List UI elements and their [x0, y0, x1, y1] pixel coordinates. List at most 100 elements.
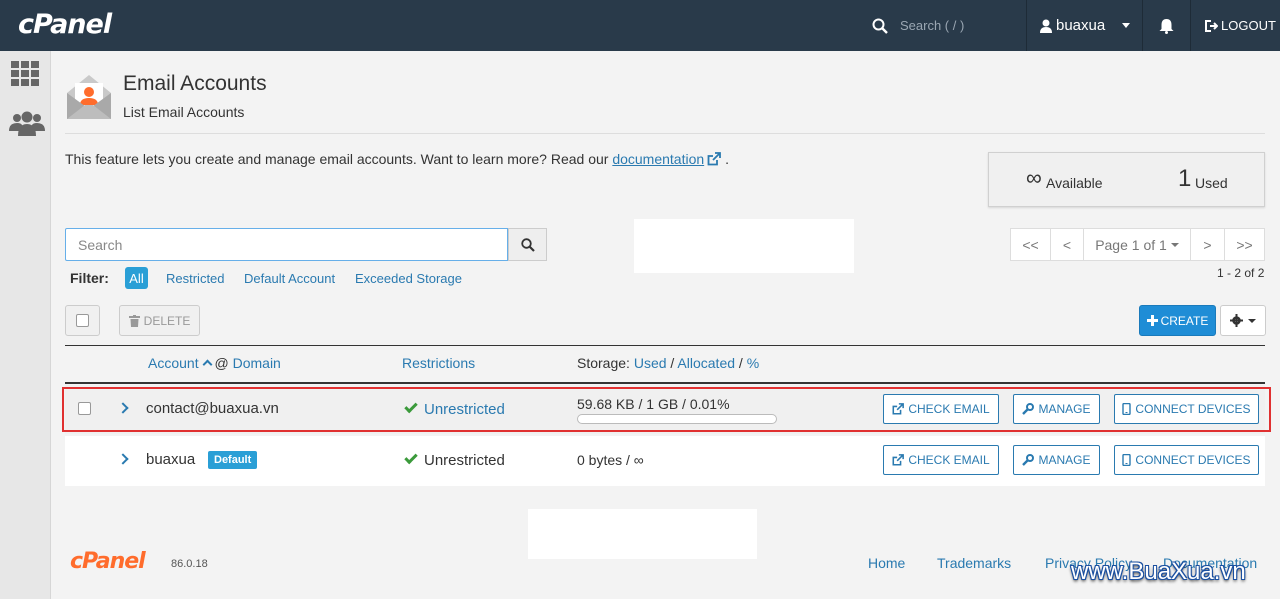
external-link-icon [707, 152, 722, 166]
top-search-input[interactable] [900, 18, 1010, 33]
sort-up-icon [202, 359, 213, 370]
delete-label: DELETE [143, 313, 191, 328]
table-header-border [65, 382, 1265, 384]
manage-button[interactable]: MANAGE [1013, 445, 1100, 475]
col-storage: Storage: Used / Allocated / % [577, 355, 759, 371]
trash-icon [128, 314, 140, 327]
logout-button[interactable]: LOGOUT [1190, 0, 1280, 51]
connect-devices-button[interactable]: CONNECT DEVICES [1114, 445, 1259, 475]
page-label: Page 1 of 1 [1095, 236, 1167, 253]
user-menu[interactable]: buaxua [1026, 0, 1142, 51]
last-page-button[interactable]: >> [1224, 228, 1265, 261]
blank-panel [634, 219, 854, 273]
documentation-link[interactable]: documentation [612, 151, 704, 167]
restriction-link[interactable]: Unrestricted [424, 401, 505, 418]
chevron-down-icon [1122, 23, 1130, 28]
available-label: Available [1046, 175, 1103, 191]
logout-icon [1205, 19, 1218, 32]
settings-dropdown[interactable] [1220, 305, 1266, 336]
watermark: www.BuaXua.vn [1071, 558, 1246, 585]
col-account-label[interactable]: Account [148, 355, 199, 371]
intro-sentence: This feature lets you create and manage … [65, 151, 613, 167]
plus-icon [1146, 315, 1158, 326]
col-account[interactable]: Account @ Domain [148, 355, 281, 371]
connect-devices-label: CONNECT DEVICES [1135, 453, 1251, 467]
filter-label: Filter: [70, 270, 109, 286]
left-rail [0, 51, 51, 599]
users-icon[interactable] [9, 111, 45, 136]
next-page-button[interactable]: > [1190, 228, 1225, 261]
user-icon [1040, 19, 1052, 33]
filter-all[interactable]: All [125, 267, 148, 289]
manage-button[interactable]: MANAGE [1013, 394, 1100, 424]
result-count: 1 - 2 of 2 [1217, 266, 1265, 280]
bell-icon [1159, 18, 1174, 34]
top-bar: cPanel buaxua LOGOUT [0, 0, 1280, 51]
external-link-icon [892, 454, 905, 466]
available-value: ∞ [1026, 165, 1042, 190]
check-email-button[interactable]: CHECK EMAIL [883, 445, 999, 475]
intro-text: This feature lets you create and manage … [65, 151, 729, 167]
filter-exceeded-storage[interactable]: Exceeded Storage [355, 271, 462, 286]
restriction-text: Unrestricted [424, 452, 505, 469]
footer-cpanel-logo[interactable]: cPanel [70, 549, 146, 574]
divider [65, 133, 1265, 134]
col-restrictions[interactable]: Restrictions [402, 355, 475, 371]
col-used-label[interactable]: Used [634, 355, 667, 371]
check-email-button[interactable]: CHECK EMAIL [883, 394, 999, 424]
wrench-icon [1022, 454, 1035, 466]
first-page-button[interactable]: << [1010, 228, 1051, 261]
page-title: Email Accounts [123, 72, 267, 95]
search-input[interactable] [65, 228, 508, 261]
check-email-label: CHECK EMAIL [908, 453, 990, 467]
col-domain-label[interactable]: Domain [233, 355, 281, 371]
col-percent-label[interactable]: % [747, 355, 759, 371]
table-top-border [65, 345, 1265, 346]
used-label: Used [1195, 175, 1228, 191]
mobile-icon [1122, 403, 1132, 415]
notifications-button[interactable] [1142, 0, 1190, 51]
external-link-icon [892, 403, 905, 415]
separator: / [670, 355, 675, 371]
prev-page-button[interactable]: < [1050, 228, 1084, 261]
account-name: contact@buaxua.vn [146, 400, 279, 417]
check-email-label: CHECK EMAIL [908, 402, 990, 416]
footer-link-home[interactable]: Home [868, 555, 905, 571]
default-badge: Default [208, 451, 258, 469]
manage-label: MANAGE [1038, 402, 1091, 416]
create-label: CREATE [1160, 313, 1209, 328]
filter-restricted[interactable]: Restricted [166, 271, 225, 286]
wrench-icon [1022, 403, 1035, 415]
account-name: buaxua [146, 451, 196, 468]
create-button[interactable]: CREATE [1139, 305, 1216, 336]
delete-button[interactable]: DELETE [119, 305, 200, 336]
top-search[interactable] [862, 0, 1026, 51]
grid-icon[interactable] [11, 61, 41, 87]
select-all-checkbox[interactable] [65, 305, 100, 336]
checkbox[interactable] [76, 314, 89, 327]
storage-progress-bar [577, 414, 777, 424]
username: buaxua [1056, 17, 1106, 34]
gear-icon [1230, 314, 1243, 327]
chevron-down-icon [1248, 318, 1256, 323]
footer-link-trademarks[interactable]: Trademarks [937, 555, 1011, 571]
cpanel-logo[interactable]: cPanel [18, 9, 112, 40]
search-button[interactable] [508, 228, 547, 261]
row-checkbox[interactable] [78, 402, 91, 415]
col-at-label: @ [214, 355, 229, 371]
filter-default-account[interactable]: Default Account [244, 271, 335, 286]
col-allocated-label[interactable]: Allocated [677, 355, 735, 371]
storage-usage: 59.68 KB / 1 GB / 0.01% [577, 396, 730, 412]
page-subtitle: List Email Accounts [123, 104, 245, 120]
email-accounts-icon [67, 75, 111, 119]
mobile-icon [1122, 454, 1132, 466]
manage-label: MANAGE [1038, 453, 1091, 467]
connect-devices-label: CONNECT DEVICES [1135, 402, 1251, 416]
intro-end: . [725, 151, 729, 167]
page-select[interactable]: Page 1 of 1 [1083, 228, 1191, 261]
search-icon [520, 237, 535, 252]
separator: / [738, 355, 743, 371]
connect-devices-button[interactable]: CONNECT DEVICES [1114, 394, 1259, 424]
logout-label: LOGOUT [1221, 18, 1276, 33]
used-value: 1 [1178, 165, 1192, 192]
